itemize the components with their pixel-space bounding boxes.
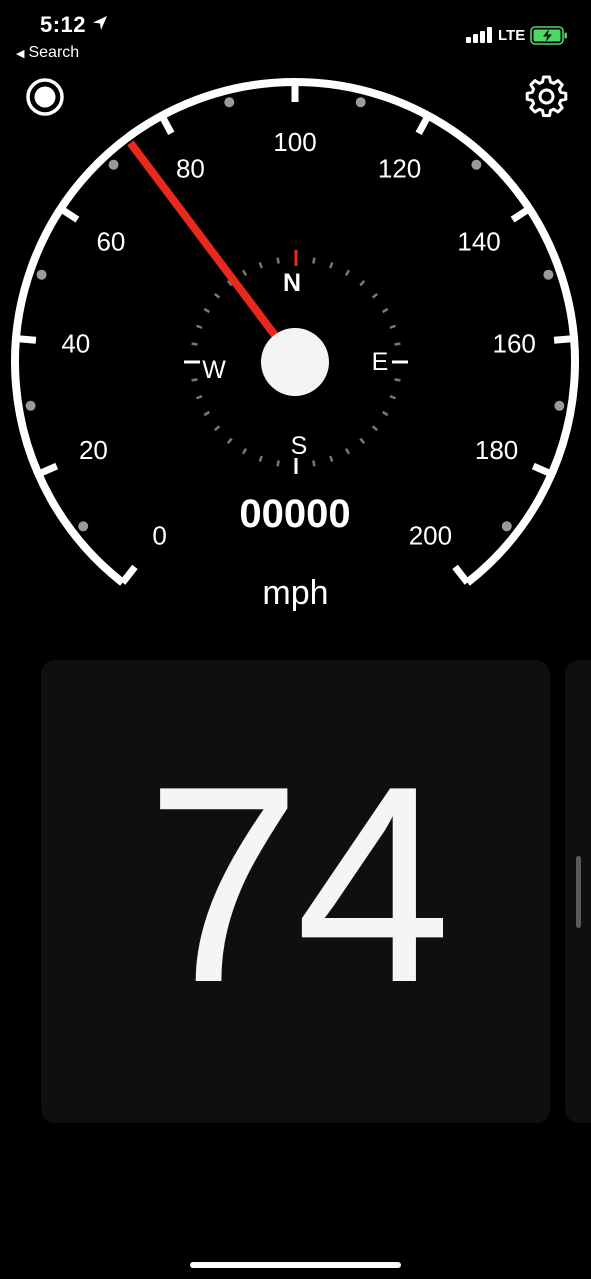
compass-tick — [312, 257, 316, 264]
compass-tick — [312, 460, 316, 467]
speed-label: 0 — [152, 520, 166, 550]
speed-readout: 74 — [145, 729, 451, 1041]
compass-tick — [276, 257, 280, 264]
compass-tick — [195, 395, 203, 400]
minor-tick-dot — [108, 159, 119, 170]
compass-tick — [381, 307, 389, 314]
status-time: 5:12 — [40, 12, 87, 37]
odometer: 00000 — [239, 492, 350, 536]
minor-tick-dot — [78, 521, 89, 532]
status-bar: 5:12 ◀ Search LTE — [0, 0, 591, 70]
compass-tick — [389, 395, 397, 400]
compass-west: W — [202, 356, 226, 384]
speed-label: 40 — [61, 329, 90, 359]
compass-south: S — [291, 432, 308, 460]
major-tick — [15, 335, 37, 344]
unit-label: mph — [262, 574, 329, 612]
major-tick — [37, 462, 59, 478]
speed-label: 180 — [475, 435, 518, 465]
compass-tick — [258, 455, 263, 463]
compass-tick — [226, 437, 233, 445]
compass-tick — [203, 307, 211, 314]
major-tick — [415, 114, 432, 135]
compass-tick — [371, 425, 379, 432]
compass-tick — [371, 292, 379, 299]
speed-label: 200 — [409, 520, 452, 550]
minor-tick-dot — [543, 269, 554, 280]
major-tick — [510, 205, 532, 223]
compass-tick — [394, 378, 401, 382]
minor-tick-dot — [471, 159, 482, 170]
minor-tick-dot — [355, 97, 366, 108]
compass-east: E — [372, 348, 389, 376]
compass-tick — [213, 292, 221, 299]
page-scroll-indicator — [576, 856, 581, 928]
compass-north: N — [283, 269, 301, 297]
compass-tick — [389, 324, 397, 329]
location-arrow-icon — [93, 16, 107, 30]
compass-tick — [344, 447, 351, 455]
compass-tick — [381, 410, 389, 417]
compass-tick — [203, 410, 211, 417]
speed-card[interactable]: 74 — [41, 660, 550, 1123]
speed-label: 20 — [79, 435, 108, 465]
minor-tick-dot — [36, 269, 47, 280]
speed-label: 120 — [378, 154, 421, 184]
compass-tick — [195, 324, 203, 329]
speedometer-gauge: 0 20 40 60 80 100 120 140 160 180 200 N S E W 0000… — [11, 77, 579, 586]
back-link-label: Search — [28, 44, 80, 61]
major-tick — [531, 462, 553, 478]
battery-charging-icon — [530, 26, 567, 45]
back-caret-icon: ◀ — [16, 47, 25, 60]
major-tick — [553, 335, 575, 344]
speed-label: 160 — [493, 329, 536, 359]
minor-tick-dot — [25, 400, 36, 411]
compass-tick — [241, 447, 248, 455]
cellular-signal-icon — [466, 27, 492, 43]
compass-tick — [191, 342, 198, 346]
major-tick — [58, 205, 80, 223]
speed-label: 100 — [273, 127, 316, 157]
compass-tick — [258, 261, 263, 269]
minor-tick-dot — [501, 521, 512, 532]
compass-tick — [241, 269, 248, 277]
home-indicator[interactable] — [190, 1262, 401, 1268]
speed-needle — [127, 140, 299, 365]
compass-tick — [276, 460, 280, 467]
compass-tick — [344, 269, 351, 277]
minor-tick-dot — [554, 400, 565, 411]
speed-label: 60 — [96, 227, 125, 257]
speed-label: 140 — [457, 227, 500, 257]
needle-hub — [261, 328, 329, 396]
compass-tick — [191, 378, 198, 382]
compass-tick — [394, 342, 401, 346]
major-tick — [158, 114, 175, 135]
compass-tick — [329, 261, 334, 269]
minor-tick-dot — [224, 97, 235, 108]
compass-tick — [359, 437, 366, 445]
carrier-label: LTE — [498, 27, 526, 44]
compass-tick — [359, 279, 366, 287]
back-to-search-link[interactable]: ◀ Search — [16, 44, 79, 62]
compass-tick — [213, 425, 221, 432]
compass-tick — [329, 455, 334, 463]
speed-label: 80 — [176, 154, 205, 184]
